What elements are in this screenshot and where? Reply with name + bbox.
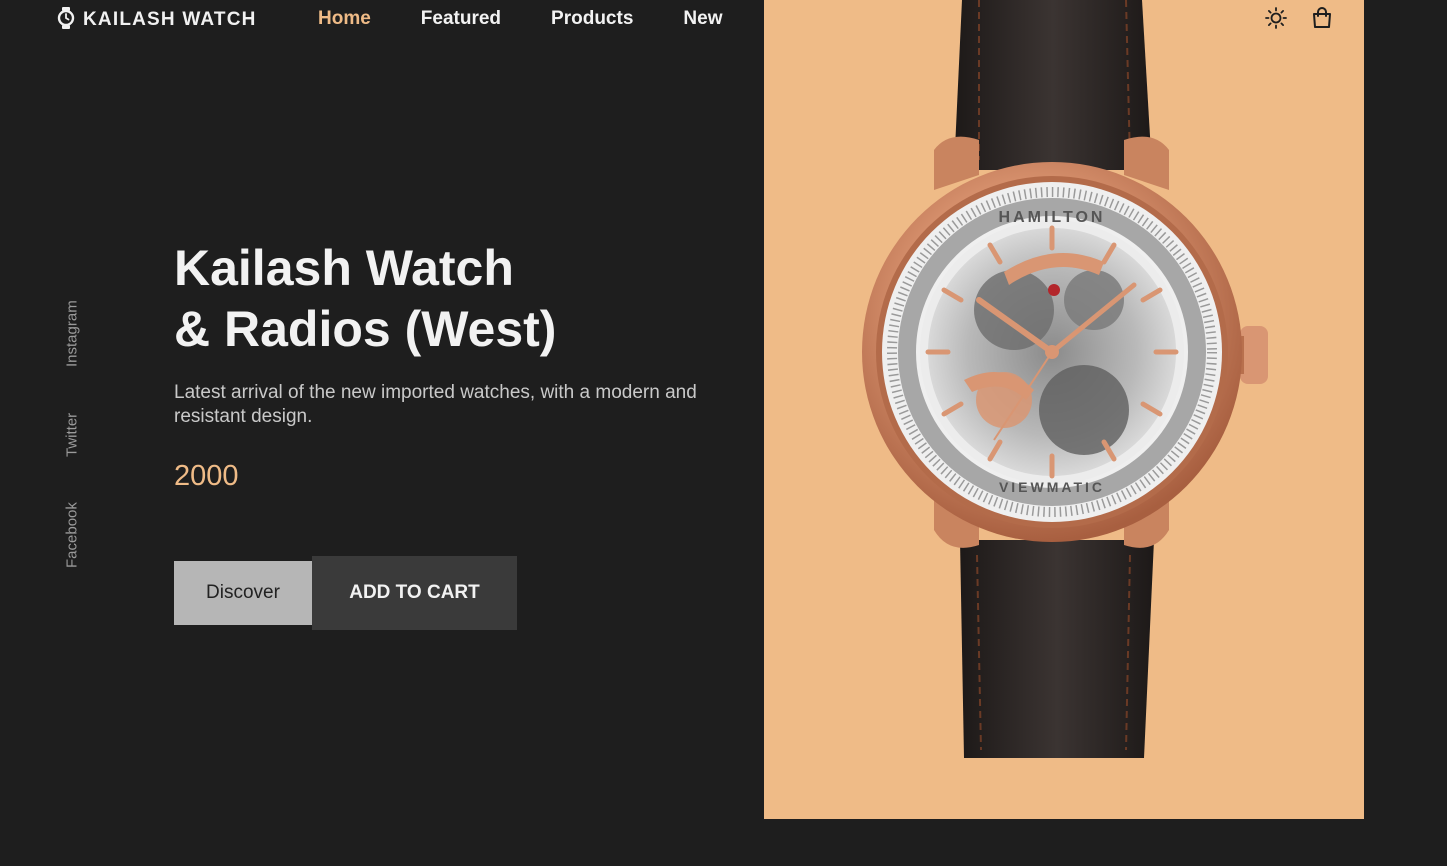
nav-home[interactable]: Home (318, 8, 371, 30)
hero-title-line2: & Radios (West) (174, 301, 557, 357)
twitter-link[interactable]: Twitter (58, 408, 86, 462)
page: KAILASH WATCH Home Featured Products New (0, 0, 1447, 866)
hero-description: Latest arrival of the new imported watch… (174, 382, 697, 427)
wristwatch-image: HAMILTON VIEWMATIC (862, 0, 1268, 758)
add-to-cart-button[interactable]: ADD TO CART (312, 556, 517, 630)
hero-title-line1: Kailash Watch (174, 240, 514, 296)
dial-brand: HAMILTON (999, 209, 1106, 226)
dial-model: VIEWMATIC (999, 479, 1105, 495)
nav-featured[interactable]: Featured (421, 8, 501, 30)
price: 2000 (174, 460, 239, 492)
brand-name: KAILASH WATCH (83, 9, 257, 30)
hero-image-panel: HAMILTON VIEWMATIC (764, 0, 1364, 819)
facebook-link[interactable]: Facebook (58, 498, 86, 572)
nav-new[interactable]: New (683, 8, 722, 30)
brand-logo[interactable]: KAILASH WATCH (57, 6, 257, 35)
instagram-link[interactable]: Instagram (58, 296, 86, 372)
main-nav: Home Featured Products New (318, 8, 722, 30)
shopping-bag-icon[interactable] (1310, 6, 1334, 30)
sun-icon[interactable] (1264, 6, 1288, 30)
watch-icon (57, 6, 75, 35)
social-links: Instagram Twitter Facebook (58, 296, 86, 576)
nav-products[interactable]: Products (551, 8, 633, 30)
hero-title: Kailash Watch & Radios (West) (174, 238, 556, 360)
discover-button[interactable]: Discover (174, 561, 312, 625)
header-actions (1264, 6, 1334, 30)
